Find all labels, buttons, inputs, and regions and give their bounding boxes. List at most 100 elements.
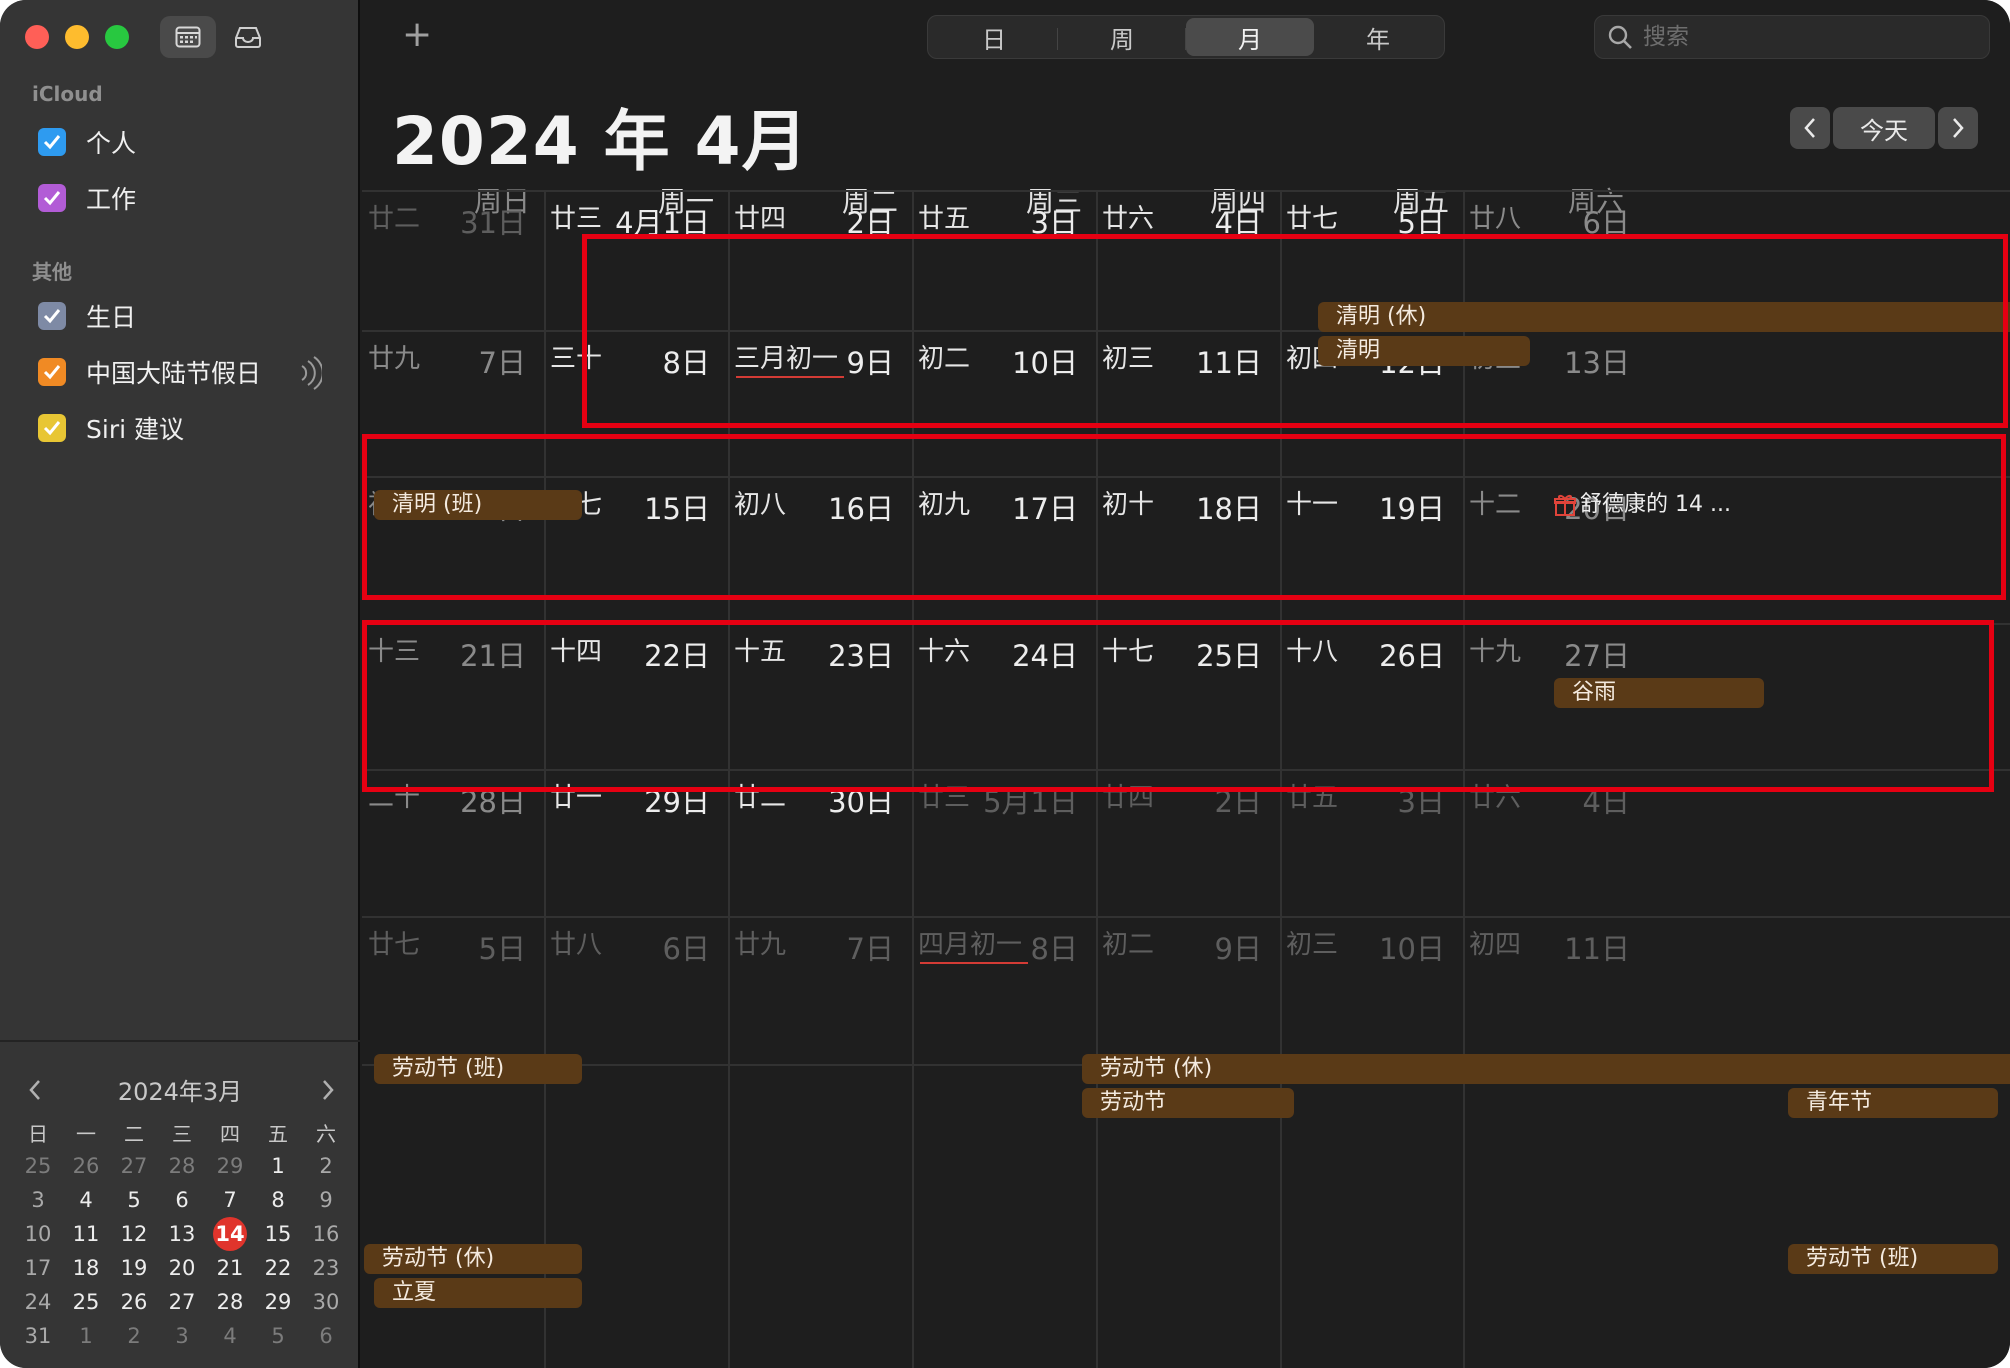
calendar-item-personal[interactable]: 个人 <box>38 122 136 162</box>
view-week-button[interactable]: 周 <box>1058 18 1186 56</box>
checkbox[interactable] <box>38 302 66 330</box>
mini-day-number: 27 <box>120 1154 148 1178</box>
mini-day-number: 16 <box>312 1222 340 1246</box>
mini-day[interactable]: 25 <box>62 1290 110 1314</box>
mini-day[interactable]: 6 <box>158 1188 206 1212</box>
event-chip[interactable]: 劳动节 (休) <box>1082 1054 2010 1084</box>
checkbox[interactable] <box>38 358 66 386</box>
day-cell[interactable]: 廿八 6日 <box>544 916 728 1064</box>
mini-day-number: 15 <box>264 1222 292 1246</box>
view-year-button[interactable]: 年 <box>1314 18 1442 56</box>
maximize-window-button[interactable] <box>105 25 129 49</box>
checkbox[interactable] <box>38 184 66 212</box>
month-navigation: 今天 <box>1790 107 1978 149</box>
mini-day[interactable]: 15 <box>254 1222 302 1246</box>
checkbox[interactable] <box>38 128 66 156</box>
mini-day[interactable]: 26 <box>110 1290 158 1314</box>
mini-week-row: 3 4 5 6 7 8 9 <box>14 1183 350 1217</box>
mini-day[interactable]: 22 <box>254 1256 302 1280</box>
day-cell[interactable]: 廿二 31日 <box>362 190 544 330</box>
checkmark-icon <box>43 135 61 150</box>
day-cell[interactable]: 四月初一 8日 <box>912 916 1096 1064</box>
mini-day[interactable]: 28 <box>158 1154 206 1178</box>
mini-day[interactable]: 30 <box>302 1290 350 1314</box>
event-chip[interactable]: 劳动节 (班) <box>1788 1244 1998 1274</box>
mini-day[interactable]: 28 <box>206 1290 254 1314</box>
prev-month-button[interactable] <box>1790 107 1830 149</box>
mini-day[interactable]: 19 <box>110 1256 158 1280</box>
mini-day[interactable]: 5 <box>254 1324 302 1348</box>
mini-day[interactable]: 4 <box>206 1324 254 1348</box>
mini-day[interactable]: 20 <box>158 1256 206 1280</box>
mini-day[interactable]: 9 <box>302 1188 350 1212</box>
mini-day[interactable]: 1 <box>254 1154 302 1178</box>
mini-day[interactable]: 31 <box>14 1324 62 1348</box>
mini-day[interactable]: 6 <box>302 1324 350 1348</box>
calendar-item-siri-suggestions[interactable]: Siri 建议 <box>38 408 184 448</box>
day-cell[interactable]: 初二 9日 <box>1096 916 1280 1064</box>
mini-day[interactable]: 18 <box>62 1256 110 1280</box>
day-cell[interactable]: 初三 10日 <box>1280 916 1463 1064</box>
highlight-box <box>582 234 2008 428</box>
day-cell[interactable]: 廿九 7日 <box>728 916 912 1064</box>
today-button[interactable]: 今天 <box>1833 107 1935 149</box>
mini-day[interactable]: 3 <box>158 1324 206 1348</box>
mini-day-number: 29 <box>264 1290 292 1314</box>
lunar-date: 廿六 <box>1102 204 1155 234</box>
mini-day[interactable]: 26 <box>62 1154 110 1178</box>
day-number: 8日 <box>1030 932 1078 966</box>
view-month-button[interactable]: 月 <box>1186 18 1314 56</box>
mini-day-number: 3 <box>31 1188 45 1212</box>
mini-day[interactable]: 21 <box>206 1256 254 1280</box>
lunar-date: 廿七 <box>1286 204 1339 234</box>
mini-day[interactable]: 3 <box>14 1188 62 1212</box>
mini-day[interactable]: 2 <box>302 1154 350 1178</box>
search-field[interactable] <box>1594 15 1990 59</box>
checkbox[interactable] <box>38 414 66 442</box>
new-lunar-month-underline <box>920 962 1028 964</box>
mini-day[interactable]: 23 <box>302 1256 350 1280</box>
mini-day[interactable]: 8 <box>254 1188 302 1212</box>
mini-day[interactable]: 13 <box>158 1222 206 1246</box>
mini-day-number: 28 <box>216 1290 244 1314</box>
sidebar-divider <box>0 1040 360 1042</box>
close-window-button[interactable] <box>25 25 49 49</box>
view-day-button[interactable]: 日 <box>930 18 1058 56</box>
mini-day[interactable]: 17 <box>14 1256 62 1280</box>
event-chip[interactable]: 劳动节 (班) <box>374 1054 582 1084</box>
mini-week-row: 17 18 19 20 21 22 23 <box>14 1251 350 1285</box>
mini-day[interactable]: 11 <box>62 1222 110 1246</box>
event-chip[interactable]: 青年节 <box>1788 1088 1998 1118</box>
inbox-button[interactable] <box>220 16 276 58</box>
mini-day[interactable]: 25 <box>14 1154 62 1178</box>
day-cell[interactable]: 廿七 5日 <box>362 916 544 1064</box>
calendar-list-toggle-button[interactable] <box>160 16 216 58</box>
calendar-item-cn-holidays[interactable]: 中国大陆节假日 <box>38 352 261 392</box>
event-chip[interactable]: 立夏 <box>374 1278 582 1308</box>
mini-day[interactable]: 16 <box>302 1222 350 1246</box>
mini-day[interactable]: 27 <box>158 1290 206 1314</box>
event-chip[interactable]: 劳动节 <box>1082 1088 1294 1118</box>
mini-day[interactable]: 12 <box>110 1222 158 1246</box>
mini-day-today[interactable]: 14 <box>206 1217 254 1251</box>
mini-day[interactable]: 5 <box>110 1188 158 1212</box>
event-chip[interactable]: 劳动节 (休) <box>364 1244 582 1274</box>
mini-day[interactable]: 7 <box>206 1188 254 1212</box>
mini-day[interactable]: 29 <box>206 1154 254 1178</box>
day-cell[interactable]: 初四 11日 <box>1463 916 1648 1064</box>
next-month-button[interactable] <box>1938 107 1978 149</box>
mini-day[interactable]: 24 <box>14 1290 62 1314</box>
mini-day[interactable]: 10 <box>14 1222 62 1246</box>
mini-day[interactable]: 27 <box>110 1154 158 1178</box>
minimize-window-button[interactable] <box>65 25 89 49</box>
mini-next-month-button[interactable] <box>320 1078 336 1102</box>
mini-day[interactable]: 29 <box>254 1290 302 1314</box>
mini-day[interactable]: 4 <box>62 1188 110 1212</box>
mini-day[interactable]: 2 <box>110 1324 158 1348</box>
calendar-item-birthdays[interactable]: 生日 <box>38 296 136 336</box>
calendar-item-work[interactable]: 工作 <box>38 178 136 218</box>
mini-day-number: 30 <box>312 1290 340 1314</box>
add-event-button[interactable]: + <box>402 14 442 58</box>
mini-day[interactable]: 1 <box>62 1324 110 1348</box>
search-input[interactable] <box>1643 24 1963 50</box>
